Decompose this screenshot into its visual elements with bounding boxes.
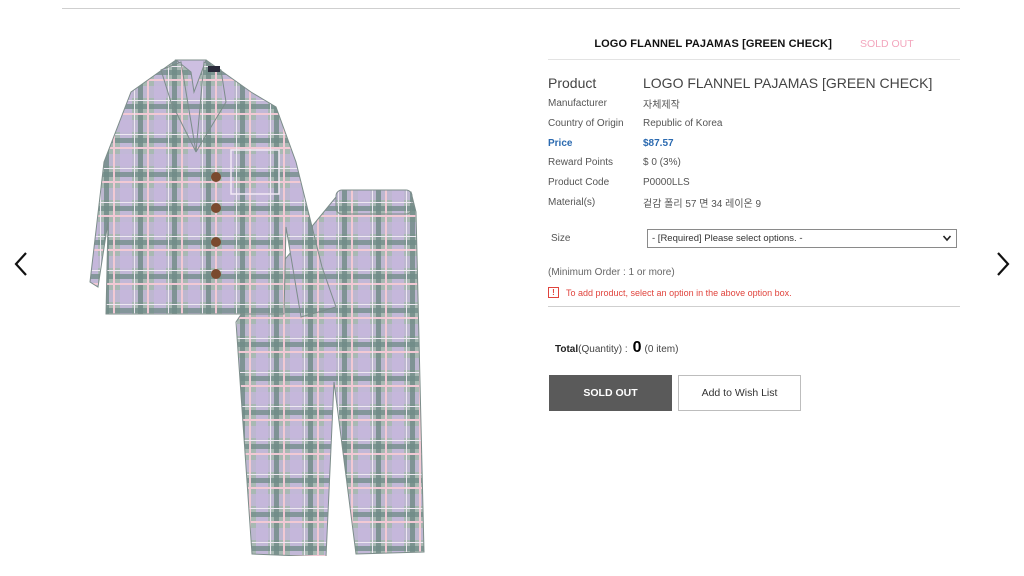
minimum-order-note: (Minimum Order : 1 or more) [548,267,675,278]
pajamas-illustration [89,59,425,556]
size-option-row: Size - [Required] Please select options.… [548,228,960,248]
info-value: P0000LLS [643,177,690,189]
chevron-right-icon [997,252,1010,276]
total-label: Total [555,344,579,355]
sold-out-badge: SOLD OUT [859,37,914,50]
size-label: Size [551,232,571,244]
previous-image-arrow[interactable] [10,248,34,280]
info-row-materials: Material(s) 겉감 폴리 57 면 34 레이온 9 [548,192,960,212]
option-warning: ! To add product, select an option in th… [548,287,792,298]
total-quantity-value: 0 [632,339,642,356]
top-divider [62,8,960,9]
info-row-product-code: Product Code P0000LLS [548,173,960,193]
product-title: LOGO FLANNEL PAJAMAS [GREEN CHECK] [594,37,832,50]
product-details-panel: LOGO FLANNEL PAJAMAS [GREEN CHECK] SOLD … [548,28,960,411]
info-label: Country of Origin [548,118,624,130]
info-value: $ 0 (3%) [643,157,681,169]
info-value: Republic of Korea [643,118,723,130]
info-label: Price [548,137,573,149]
section-divider [548,306,960,307]
info-value: LOGO FLANNEL PAJAMAS [GREEN CHECK] [643,75,933,91]
product-title-row: LOGO FLANNEL PAJAMAS [GREEN CHECK] SOLD … [548,28,960,60]
info-label: Reward Points [548,157,614,169]
info-row-country: Country of Origin Republic of Korea [548,114,960,134]
chevron-left-icon [14,252,27,276]
info-label: Manufacturer [548,98,607,110]
info-row-manufacturer: Manufacturer 자체제작 [548,94,960,114]
total-items: (0 item) [644,344,679,355]
size-select-value: - [Required] Please select options. - [652,232,803,244]
total-quantity: Total (Quantity) : 0 (0 item) [555,339,678,357]
price-value: $87.57 [643,137,674,149]
info-label: Material(s) [548,196,596,208]
info-label: Product [548,75,597,91]
product-info-table: Product LOGO FLANNEL PAJAMAS [GREEN CHEC… [548,72,960,212]
info-row-product: Product LOGO FLANNEL PAJAMAS [GREEN CHEC… [548,72,960,94]
chevron-down-icon [942,235,952,242]
sold-out-button[interactable]: SOLD OUT [549,375,672,411]
next-image-arrow[interactable] [990,248,1014,280]
info-label: Product Code [548,177,610,189]
info-row-reward-points: Reward Points $ 0 (3%) [548,153,960,173]
add-to-wishlist-button[interactable]: Add to Wish List [678,375,801,411]
info-value: 겉감 폴리 57 면 34 레이온 9 [643,198,762,210]
size-select[interactable]: - [Required] Please select options. - [647,228,957,248]
warning-icon: ! [548,287,559,298]
warning-text: To add product, select an option in the … [566,287,792,298]
info-value: 자체제작 [643,100,680,112]
info-row-price: Price $87.57 [548,133,960,153]
total-qualifier: (Quantity) : [578,344,628,355]
product-image[interactable] [86,52,456,556]
